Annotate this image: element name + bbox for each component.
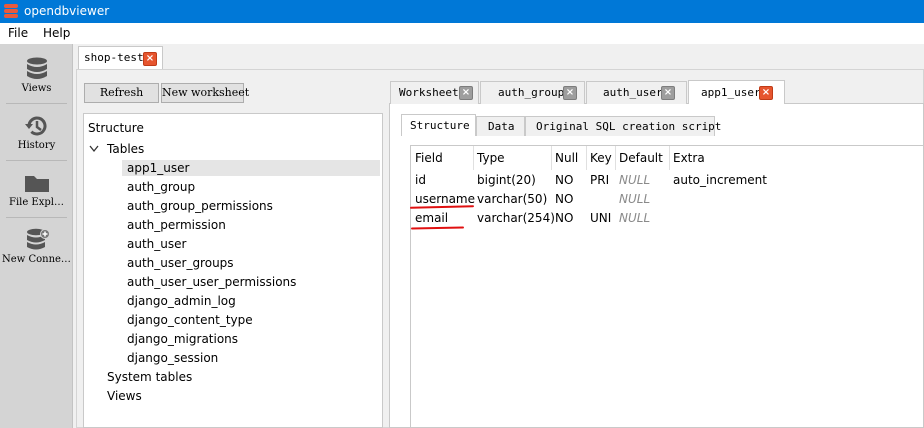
tab-sql-creation-script[interactable]: Original SQL creation script xyxy=(525,116,721,136)
database-icon xyxy=(27,57,47,79)
title-bar: opendbviewer xyxy=(0,0,924,23)
table-cell[interactable]: NO xyxy=(555,191,573,207)
sidebar-divider xyxy=(6,103,67,104)
sidebar-divider xyxy=(6,160,67,161)
tree-tables-folder[interactable]: Tables xyxy=(107,141,144,157)
tree-views[interactable]: Views xyxy=(107,388,142,404)
close-icon[interactable]: × xyxy=(661,86,675,100)
folder-icon xyxy=(25,176,49,192)
close-icon[interactable]: × xyxy=(143,52,157,66)
chevron-down-icon[interactable] xyxy=(89,145,99,153)
tree-table-item[interactable]: django_content_type xyxy=(122,312,253,328)
tree-table-item[interactable]: django_migrations xyxy=(122,331,238,347)
table-cell[interactable]: UNI xyxy=(590,210,611,226)
tree-table-item[interactable]: auth_user_groups xyxy=(122,255,234,271)
tree-table-item[interactable]: django_admin_log xyxy=(122,293,236,309)
tree-table-item[interactable]: auth_permission xyxy=(122,217,226,233)
sidebar-item-history[interactable]: History xyxy=(0,107,73,163)
tree-table-item[interactable]: auth_user xyxy=(122,236,186,252)
app-logo-icon xyxy=(3,3,19,19)
tab-app1-user[interactable]: app1_user × xyxy=(688,80,785,104)
column-header[interactable]: Key xyxy=(590,150,612,166)
tree-table-item[interactable]: app1_user xyxy=(122,160,380,176)
tab-connection-shop-test[interactable]: shop-test × xyxy=(78,46,163,70)
menu-help[interactable]: Help xyxy=(42,26,71,41)
sidebar-item-file-explorer[interactable]: File Expl… xyxy=(0,164,73,220)
column-header[interactable]: Field xyxy=(415,150,443,166)
tree-system-tables[interactable]: System tables xyxy=(107,369,192,385)
table-cell[interactable]: auto_increment xyxy=(673,172,767,188)
tab-label: Original SQL creation script xyxy=(536,120,722,133)
refresh-button[interactable]: Refresh xyxy=(84,83,159,103)
column-divider xyxy=(669,146,670,170)
tree-root-structure[interactable]: Structure xyxy=(88,120,144,136)
column-divider xyxy=(586,146,587,170)
tab-label: auth_group xyxy=(498,86,565,99)
columns-grid: Field Type Null Key Default Extra id bigint(20)… xyxy=(410,145,924,428)
menu-file[interactable]: File xyxy=(7,26,29,41)
tab-label: Structure xyxy=(410,119,470,132)
column-divider xyxy=(551,146,552,170)
sidebar-label-new-connection: New Conne… xyxy=(2,254,71,265)
menu-bar: File Help xyxy=(0,23,924,44)
tab-label: auth_user xyxy=(603,86,663,99)
close-icon[interactable]: × xyxy=(759,86,773,100)
tab-worksheet[interactable]: Worksheet × xyxy=(390,81,479,104)
table-cell[interactable]: NO xyxy=(555,210,573,226)
table-cell[interactable]: NO xyxy=(555,172,573,188)
column-header[interactable]: Default xyxy=(619,150,663,166)
table-cell[interactable]: NULL xyxy=(619,172,650,188)
table-cell[interactable]: NULL xyxy=(619,191,650,207)
tab-data[interactable]: Data xyxy=(476,116,525,136)
column-header[interactable]: Null xyxy=(555,150,578,166)
tab-structure[interactable]: Structure xyxy=(401,114,476,136)
tree-table-item[interactable]: auth_group xyxy=(122,179,195,195)
new-worksheet-button[interactable]: New worksheet xyxy=(161,83,249,103)
structure-tree: Structure Tables app1_user auth_groupauth… xyxy=(83,113,383,428)
tab-label: app1_user xyxy=(701,86,761,99)
window-title: opendbviewer xyxy=(24,4,110,18)
table-cell[interactable]: NULL xyxy=(619,210,650,226)
sidebar-label-history: History xyxy=(17,140,56,151)
tree-table-item[interactable]: django_session xyxy=(122,350,218,366)
sidebar-divider xyxy=(6,217,67,218)
close-icon[interactable]: × xyxy=(459,86,473,100)
left-sidebar: Views History File Expl… New Conne… xyxy=(0,44,73,428)
tab-label: Data xyxy=(488,120,515,133)
tree-table-item[interactable]: auth_user_user_permissions xyxy=(122,274,296,290)
table-cell[interactable]: id xyxy=(415,172,426,188)
column-header[interactable]: Extra xyxy=(673,150,705,166)
new-connection-icon xyxy=(27,228,50,250)
tree-table-item[interactable]: auth_group_permissions xyxy=(122,198,273,214)
column-divider xyxy=(473,146,474,170)
table-cell[interactable]: PRI xyxy=(590,172,609,188)
table-cell[interactable]: email xyxy=(415,210,448,226)
column-divider xyxy=(615,146,616,170)
tab-label: shop-test xyxy=(84,51,144,64)
table-cell[interactable]: bigint(20) xyxy=(477,172,536,188)
tab-label: Worksheet xyxy=(399,86,459,99)
sidebar-item-views[interactable]: Views xyxy=(0,50,73,106)
sidebar-item-new-connection[interactable]: New Conne… xyxy=(0,221,73,277)
sidebar-label-views: Views xyxy=(21,83,52,94)
table-cell[interactable]: varchar(50) xyxy=(477,191,547,207)
sidebar-label-file-explorer: File Expl… xyxy=(9,197,64,208)
tab-auth-group[interactable]: auth_group × xyxy=(480,81,585,104)
tab-auth-user[interactable]: auth_user × xyxy=(586,81,687,104)
history-icon xyxy=(25,116,47,136)
column-header[interactable]: Type xyxy=(477,150,505,166)
close-icon[interactable]: × xyxy=(563,86,577,100)
table-cell[interactable]: varchar(254) xyxy=(477,210,555,226)
